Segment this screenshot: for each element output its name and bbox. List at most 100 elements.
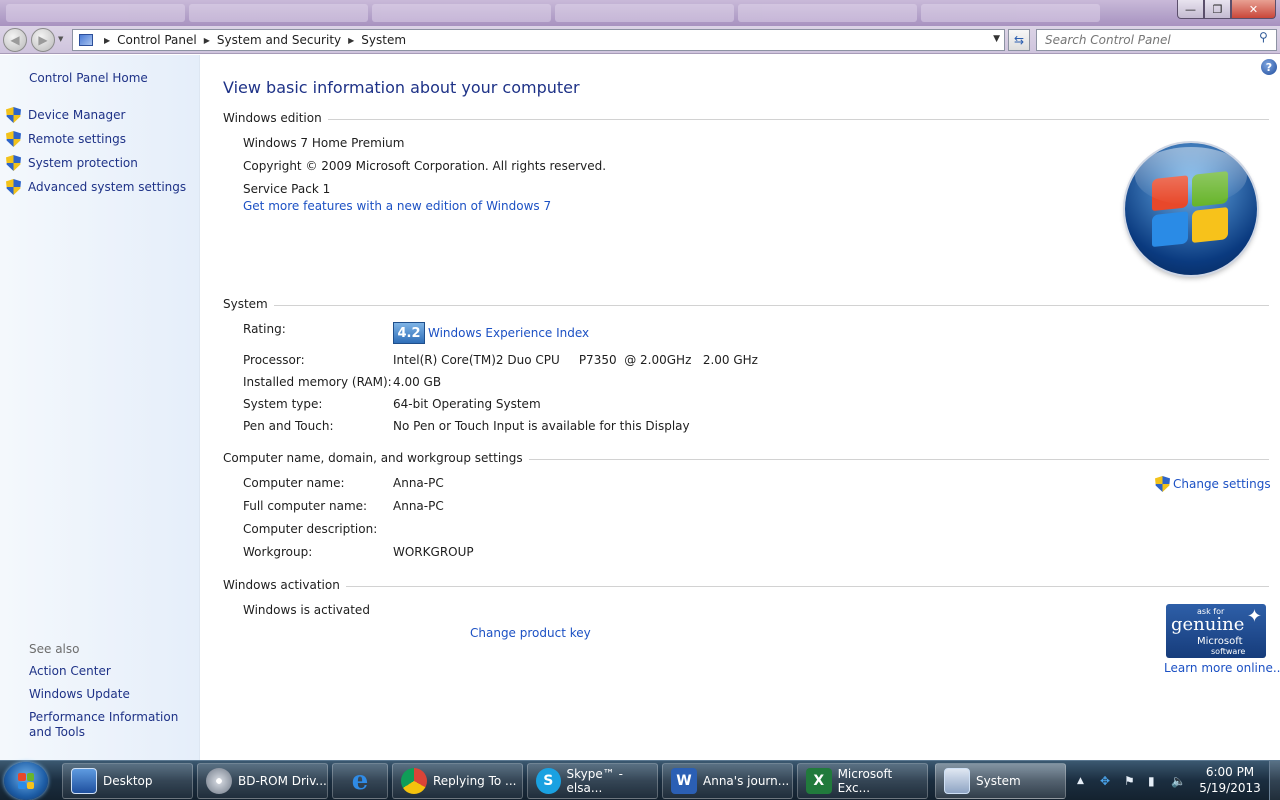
- breadcrumb-system-and-security[interactable]: System and Security: [217, 33, 341, 47]
- system-type-label: System type:: [243, 397, 323, 411]
- system-type-value: 64-bit Operating System: [393, 397, 541, 411]
- genuine-badge-line4: software: [1211, 647, 1246, 656]
- remote-settings-link[interactable]: Remote settings: [6, 131, 126, 147]
- system-clock[interactable]: 6:00 PM 5/19/2013: [1197, 764, 1263, 796]
- uac-shield-icon: [6, 155, 21, 171]
- minimize-button[interactable]: —: [1177, 0, 1204, 19]
- system-section: System: [223, 297, 1269, 313]
- action-center-link[interactable]: Action Center: [29, 664, 194, 679]
- windows-flag-icon: [18, 773, 34, 789]
- volume-icon[interactable]: 🔈: [1171, 774, 1186, 788]
- uac-shield-icon: [6, 131, 21, 147]
- action-center-flag-icon[interactable]: ⚑: [1124, 774, 1135, 788]
- windows-edition-value: Windows 7 Home Premium: [243, 136, 405, 150]
- processor-label: Processor:: [243, 353, 305, 367]
- close-button[interactable]: ✕: [1231, 0, 1276, 19]
- windows-experience-index-link[interactable]: Windows Experience Index: [428, 326, 589, 340]
- windows-logo: [1125, 143, 1257, 275]
- taskbar-item-word[interactable]: W Anna's journ...: [662, 763, 793, 799]
- experience-index-score-badge[interactable]: 4.2: [393, 322, 425, 344]
- taskbar-item-label: Anna's journ...: [703, 774, 790, 788]
- address-bar[interactable]: ▶ Control Panel ▶ System and Security ▶ …: [72, 29, 1005, 51]
- windows-edition-section: Windows edition: [223, 111, 1269, 127]
- search-icon[interactable]: ⚲: [1259, 30, 1273, 44]
- taskbar-item-bd-rom[interactable]: BD-ROM Driv...: [197, 763, 328, 799]
- chevron-right-icon[interactable]: ▶: [348, 36, 354, 45]
- show-hidden-icons-icon[interactable]: ▲: [1077, 776, 1084, 786]
- workgroup-label: Workgroup:: [243, 545, 313, 559]
- recent-pages-dropdown-icon[interactable]: ▼: [58, 35, 63, 43]
- back-button[interactable]: ◀: [3, 28, 27, 52]
- task-pane: Control Panel Home Device Manager Remote…: [0, 55, 200, 760]
- background-window-tabs: [6, 4, 1100, 22]
- uac-shield-icon: [1155, 476, 1170, 492]
- restore-button[interactable]: ❐: [1204, 0, 1231, 19]
- breadcrumb-control-panel[interactable]: Control Panel: [117, 33, 197, 47]
- taskbar-item-desktop[interactable]: Desktop: [62, 763, 193, 799]
- memory-label: Installed memory (RAM):: [243, 375, 392, 389]
- computer-description-label: Computer description:: [243, 522, 378, 536]
- cd-rom-icon: [206, 768, 232, 794]
- device-manager-link[interactable]: Device Manager: [6, 107, 125, 123]
- word-icon: W: [671, 768, 697, 794]
- change-settings-link[interactable]: Change settings: [1155, 476, 1271, 492]
- windows-activation-heading: Windows activation: [223, 578, 346, 592]
- search-input[interactable]: [1036, 29, 1277, 51]
- window-title-bar: — ❐ ✕: [0, 0, 1280, 26]
- taskbar-item-label: Skype™ - elsa...: [566, 767, 623, 795]
- chrome-icon: [401, 768, 427, 794]
- main-content: ? View basic information about your comp…: [201, 55, 1280, 760]
- start-button[interactable]: [4, 762, 48, 800]
- service-pack-text: Service Pack 1: [243, 182, 331, 196]
- activation-status: Windows is activated: [243, 603, 370, 617]
- system-heading: System: [223, 297, 274, 311]
- genuine-badge-line3: Microsoft: [1197, 636, 1243, 647]
- chevron-right-icon[interactable]: ▶: [104, 36, 110, 45]
- help-icon[interactable]: ?: [1261, 59, 1277, 75]
- windows-activation-section: Windows activation: [223, 578, 1269, 594]
- address-history-dropdown-icon[interactable]: ▼: [993, 34, 1000, 44]
- desktop-icon: [71, 768, 97, 794]
- system-icon: [944, 768, 970, 794]
- upgrade-edition-link[interactable]: Get more features with a new edition of …: [243, 199, 551, 213]
- excel-icon: X: [806, 768, 832, 794]
- full-computer-name-value: Anna-PC: [393, 499, 444, 513]
- pen-touch-label: Pen and Touch:: [243, 419, 334, 433]
- advanced-system-settings-label: Advanced system settings: [28, 180, 187, 194]
- windows-edition-heading: Windows edition: [223, 111, 328, 125]
- uac-shield-icon: [6, 179, 21, 195]
- full-computer-name-label: Full computer name:: [243, 499, 368, 513]
- control-panel-home-link[interactable]: Control Panel Home: [29, 71, 148, 85]
- rating-label: Rating:: [243, 322, 286, 336]
- taskbar-item-skype[interactable]: S Skype™ - elsa...: [527, 763, 658, 799]
- taskbar-item-label: System: [976, 774, 1021, 788]
- system-protection-label: System protection: [28, 156, 138, 170]
- see-also-heading: See also: [29, 642, 80, 656]
- learn-more-online-link[interactable]: Learn more online...: [1164, 661, 1280, 675]
- change-product-key-link[interactable]: Change product key: [470, 626, 591, 640]
- change-settings-label: Change settings: [1173, 477, 1271, 491]
- star-icon: ✦: [1246, 606, 1262, 627]
- breadcrumb-system[interactable]: System: [361, 33, 406, 47]
- forward-arrow-icon: ▶: [38, 33, 48, 47]
- taskbar: Desktop BD-ROM Driv... e Replying To ...…: [0, 760, 1280, 800]
- taskbar-item-system[interactable]: System: [935, 763, 1066, 799]
- taskbar-item-excel[interactable]: X Microsoft Exc...: [797, 763, 928, 799]
- show-desktop-button[interactable]: [1269, 761, 1280, 800]
- power-icon[interactable]: ▮: [1148, 774, 1155, 788]
- dropbox-icon[interactable]: ✥: [1100, 774, 1110, 788]
- internet-explorer-icon: e: [351, 766, 369, 796]
- page-title: View basic information about your comput…: [223, 78, 580, 97]
- advanced-system-settings-link[interactable]: Advanced system settings: [6, 179, 186, 195]
- forward-button[interactable]: ▶: [31, 28, 55, 52]
- taskbar-item-label: BD-ROM Driv...: [238, 774, 327, 788]
- device-manager-label: Device Manager: [28, 108, 126, 122]
- chevron-right-icon[interactable]: ▶: [204, 36, 210, 45]
- taskbar-item-internet-explorer[interactable]: e: [332, 763, 388, 799]
- windows-update-link[interactable]: Windows Update: [29, 687, 194, 702]
- genuine-microsoft-badge[interactable]: ask for genuine Microsoft software ✦: [1166, 604, 1266, 658]
- taskbar-item-chrome[interactable]: Replying To ...: [392, 763, 523, 799]
- system-protection-link[interactable]: System protection: [6, 155, 138, 171]
- performance-information-link[interactable]: Performance Information and Tools: [29, 710, 194, 740]
- refresh-button[interactable]: ⇆: [1008, 29, 1030, 51]
